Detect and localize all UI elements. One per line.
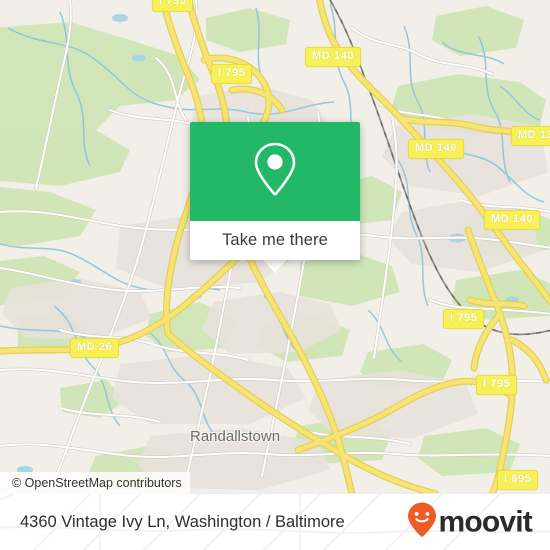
road-shield: I 695 — [497, 470, 539, 490]
road-shield: MD 140 — [408, 139, 465, 159]
map-page: I 795 MD 140 I 795 MD 130 MD 140 MD 140 I 795 M… — [0, 0, 550, 550]
footer-bar: 4360 Vintage Ivy Ln, Washington / Baltim… — [0, 493, 550, 550]
location-address: 4360 Vintage Ivy Ln, Washington / Baltim… — [20, 512, 345, 531]
osm-attribution-text: © OpenStreetMap contributors — [12, 476, 182, 490]
road-shield: MD 140 — [484, 210, 541, 230]
road-shield: MD 130 — [511, 126, 550, 146]
take-me-there-popup[interactable]: Take me there — [190, 122, 360, 260]
moovit-wordmark: moovit — [438, 505, 532, 538]
place-label: Randallstown — [190, 428, 281, 445]
popup-pointer-tip — [263, 260, 287, 273]
road-shield: I 795 — [443, 309, 485, 329]
road-shield: I 795 — [211, 64, 253, 84]
popup-icon-area — [190, 122, 360, 221]
road-shield: MD 26 — [70, 338, 120, 358]
take-me-there-label: Take me there — [222, 231, 328, 249]
popup-action-area[interactable]: Take me there — [190, 221, 360, 260]
road-shield: I 795 — [152, 0, 194, 12]
moovit-smiley-pin-icon — [407, 502, 437, 543]
moovit-brand[interactable]: moovit — [407, 502, 533, 543]
map-pin-icon — [252, 141, 298, 202]
road-shield: I 795 — [476, 375, 518, 395]
osm-attribution[interactable]: © OpenStreetMap contributors — [0, 472, 190, 494]
road-shield: MD 140 — [305, 47, 362, 67]
